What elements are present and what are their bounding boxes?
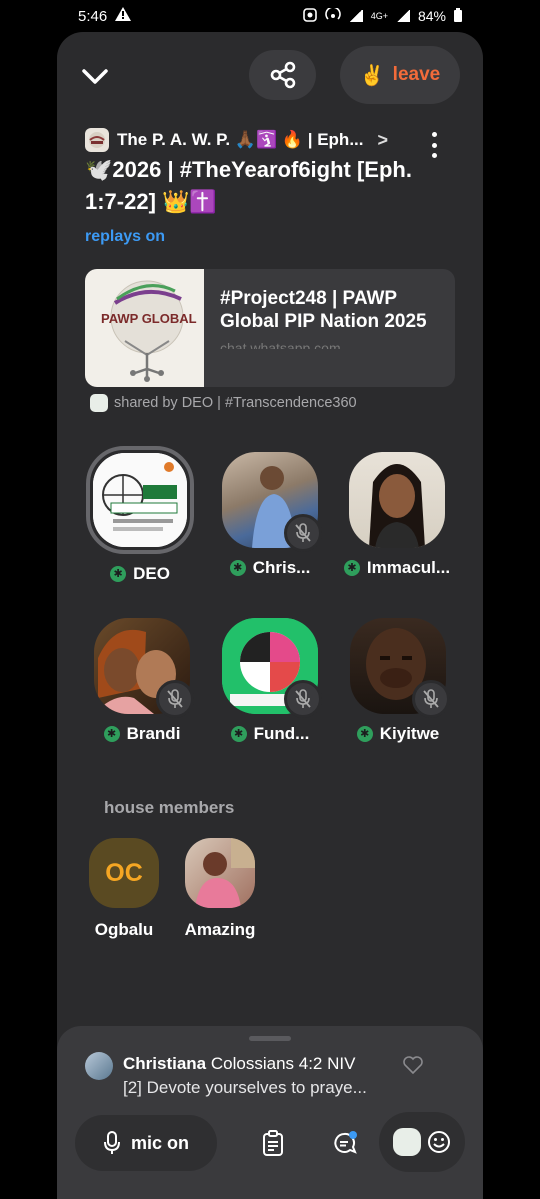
club-icon <box>85 128 109 152</box>
chevron-right-icon: > <box>377 129 388 150</box>
link-preview-card[interactable]: PAWP GLOBAL #Project248 | PAWP Global PI… <box>85 269 455 387</box>
speaker-tile[interactable]: ✱ DEO <box>80 446 200 584</box>
chat-reference: Colossians 4:2 NIV <box>210 1054 356 1073</box>
speaker-badge-icon: ✱ <box>110 566 127 582</box>
leave-label: leave <box>392 64 441 85</box>
leave-button[interactable]: ✌️ leave <box>340 46 460 104</box>
member-name: Amazing <box>184 920 256 939</box>
battery-level: 84% <box>417 8 446 24</box>
more-options-icon[interactable] <box>429 132 439 158</box>
replays-status[interactable]: replays on <box>85 228 165 246</box>
muted-mic-icon <box>412 680 450 718</box>
clipboard-icon[interactable] <box>259 1129 287 1157</box>
muted-mic-icon <box>284 680 322 718</box>
mic-icon <box>103 1131 120 1154</box>
peace-hand-icon: ✌️ <box>359 64 385 87</box>
shared-by-text: shared by DEO | #Transcendence360 <box>114 395 357 411</box>
member-initials: OC <box>105 858 143 887</box>
speaker-tile[interactable]: ✱ Fund... <box>210 618 330 744</box>
mic-toggle-button[interactable]: mic on <box>75 1115 217 1171</box>
share-button[interactable] <box>249 50 316 100</box>
speaker-badge-icon: ✱ <box>229 560 246 576</box>
chat-author-avatar <box>85 1052 113 1080</box>
member-tile[interactable]: OC Ogbalu <box>79 838 169 940</box>
speaker-avatar <box>94 618 194 718</box>
mic-label: mic on <box>130 1132 189 1153</box>
speaker-tile[interactable]: ✱ Kiyitwe <box>338 618 458 744</box>
shared-by: shared by DEO | #Transcendence360 <box>90 394 357 412</box>
speaker-tile[interactable]: ✱ Chris... <box>210 452 330 578</box>
speaker-avatar <box>349 452 445 548</box>
collapse-room-button[interactable] <box>81 62 109 90</box>
self-avatar[interactable] <box>393 1128 421 1156</box>
speaker-name: Immacul... <box>366 558 451 577</box>
member-name: Ogbalu <box>94 920 154 939</box>
speaker-avatar <box>222 452 322 552</box>
signal-icon-2 <box>395 10 410 22</box>
speaker-name: Brandi <box>126 724 181 743</box>
muted-mic-icon <box>284 514 322 552</box>
clock: 5:46 <box>78 7 108 25</box>
drag-handle[interactable] <box>249 1036 291 1041</box>
link-title: #Project248 | PAWP Global PIP Nation 202… <box>220 288 427 332</box>
speaker-tile[interactable]: ✱ Immacul... <box>337 452 457 578</box>
chevron-down-icon <box>82 69 108 84</box>
reactions-pill[interactable] <box>379 1112 465 1172</box>
link-thumbnail: PAWP GLOBAL <box>85 269 204 387</box>
battery-icon <box>454 7 462 25</box>
speaker-name: Kiyitwe <box>379 724 440 743</box>
hotspot-icon <box>324 5 341 25</box>
room-top-bar: ✌️ leave <box>57 46 483 104</box>
share-icon <box>270 61 295 89</box>
member-tile[interactable]: Amazing <box>175 838 265 940</box>
member-avatar: OC <box>89 838 159 908</box>
house-members-label: house members <box>104 798 235 817</box>
speaker-badge-icon: ✱ <box>343 560 360 576</box>
network-type: 4G+ <box>370 11 388 21</box>
speaker-name: Chris... <box>252 558 311 577</box>
club-name: The P. A. W. P. 🙏🏾🛐 🔥 | Eph... <box>117 130 364 149</box>
speaker-name: DEO <box>133 564 170 583</box>
speaker-avatar <box>222 618 322 718</box>
speaker-avatar <box>86 446 194 554</box>
chat-message: [2] Devote yourselves to praye... <box>123 1078 367 1097</box>
room-toolbar: mic on <box>57 1112 483 1175</box>
member-avatar <box>185 838 255 908</box>
speaker-badge-icon: ✱ <box>230 726 247 742</box>
speaker-avatar <box>350 618 450 718</box>
chat-icon[interactable] <box>331 1129 359 1157</box>
link-url: chat.whatsapp.com <box>220 340 341 349</box>
speaker-badge-icon: ✱ <box>103 726 120 742</box>
smiley-icon[interactable] <box>427 1130 451 1154</box>
warning-icon <box>115 7 132 25</box>
muted-mic-icon <box>156 680 194 718</box>
alarm-icon <box>302 7 317 25</box>
room-title: 🕊️2026 | #TheYearof6ight [Eph. 1:7-22] 👑… <box>85 157 412 214</box>
bottom-sheet: Christiana Colossians 4:2 NIV [2] Devote… <box>57 1026 483 1199</box>
status-bar: 5:46 4G+ 84% <box>0 0 540 32</box>
room-panel: ✌️ leave The P. A. W. P. 🙏🏾🛐 🔥 | Eph... … <box>57 32 483 1199</box>
chat-author: Christiana <box>123 1054 207 1073</box>
heart-icon[interactable] <box>403 1056 423 1075</box>
speaker-tile[interactable]: ✱ Brandi <box>82 618 202 744</box>
chat-header: Christiana Colossians 4:2 NIV <box>123 1054 355 1074</box>
speaker-badge-icon: ✱ <box>356 726 373 742</box>
speaker-name: Fund... <box>253 724 310 743</box>
signal-icon <box>348 10 363 22</box>
thumbnail-logo-text: PAWP GLOBAL <box>101 311 197 326</box>
club-link[interactable]: The P. A. W. P. 🙏🏾🛐 🔥 | Eph... > <box>85 126 465 154</box>
sharer-avatar <box>90 394 108 412</box>
